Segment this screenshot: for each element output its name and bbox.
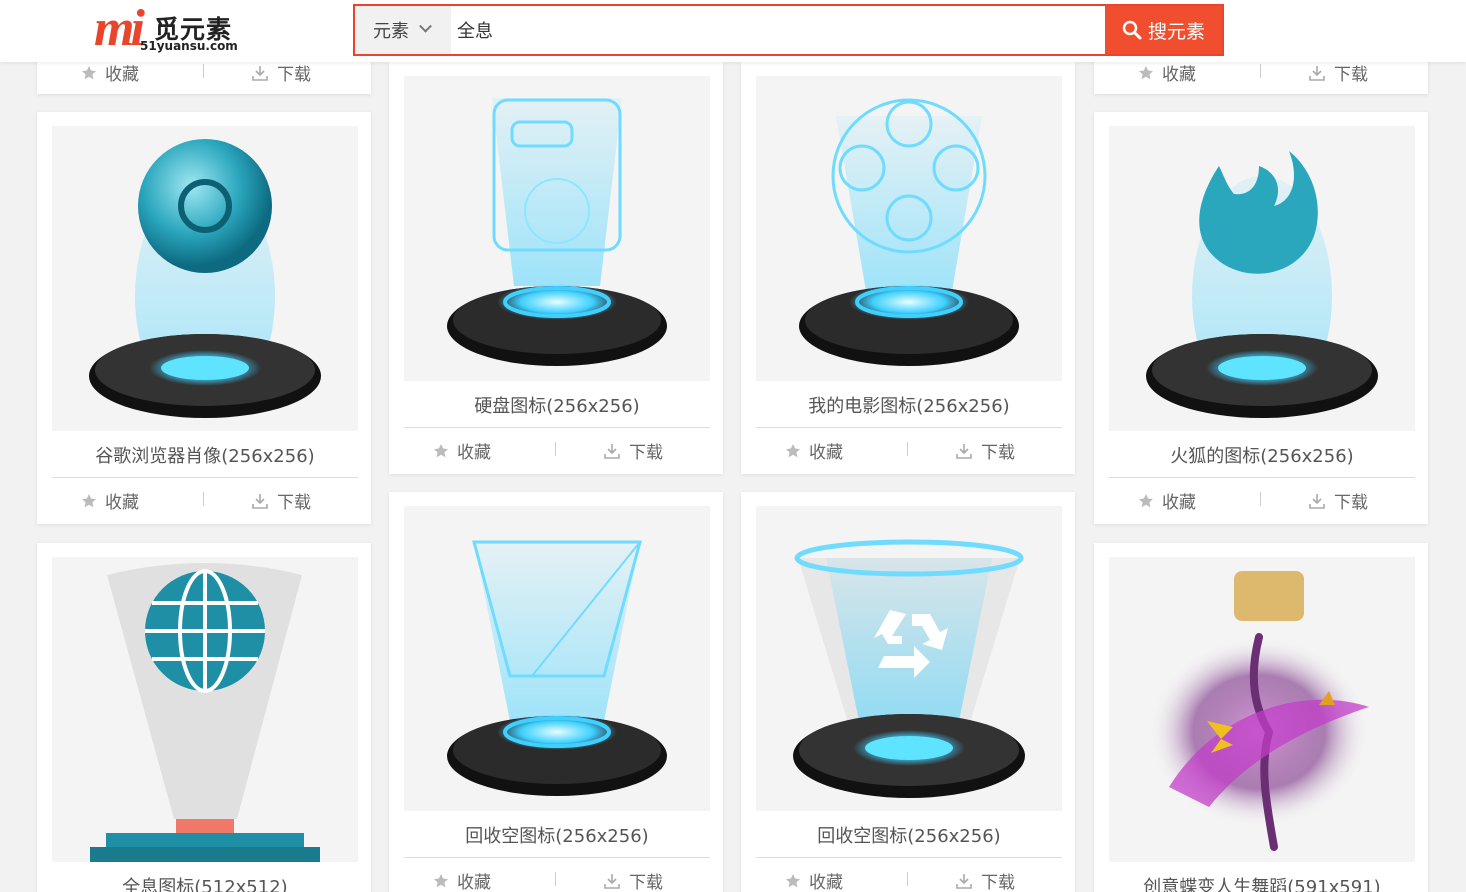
download-icon: [1309, 493, 1325, 509]
favorite-button[interactable]: 收藏: [1138, 60, 1196, 85]
favorite-button[interactable]: 收藏: [81, 488, 139, 513]
divider: [756, 857, 1062, 858]
chevron-down-icon: [419, 19, 432, 33]
butterfly-dance-image: [1149, 571, 1369, 851]
download-button[interactable]: 下载: [1308, 60, 1368, 85]
search-input[interactable]: [451, 6, 1105, 54]
card-thumbnail[interactable]: [1109, 557, 1415, 862]
favorite-button[interactable]: 收藏: [1138, 488, 1196, 513]
resource-card[interactable]: 全息图标(512x512): [37, 543, 371, 892]
favorite-button[interactable]: 收藏: [433, 868, 491, 892]
divider: [203, 492, 204, 506]
harddisk-hologram-image: [447, 98, 667, 366]
search-category-label: 元素: [373, 21, 409, 42]
download-icon: [252, 493, 268, 509]
card-thumbnail[interactable]: [52, 557, 358, 862]
download-icon: [252, 65, 268, 81]
recycle-symbol-hologram-image: [793, 539, 1025, 798]
divider: [756, 427, 1062, 428]
resource-card[interactable]: 回收空图标(256x256) 收藏 下载: [741, 492, 1075, 892]
search-category-select[interactable]: 元素: [355, 6, 451, 54]
download-icon: [604, 443, 620, 459]
star-icon: [82, 65, 96, 79]
card-title[interactable]: 回收空图标(256x256): [404, 822, 710, 848]
download-button[interactable]: 下载: [1308, 488, 1368, 513]
card-title[interactable]: 回收空图标(256x256): [756, 822, 1062, 848]
star-icon: [82, 493, 96, 507]
divider: [555, 442, 556, 456]
card-thumbnail[interactable]: [756, 76, 1062, 381]
divider: [1260, 64, 1261, 78]
card-thumbnail[interactable]: [404, 506, 710, 811]
star-icon: [434, 873, 448, 887]
divider: [404, 857, 710, 858]
card-thumbnail[interactable]: [52, 126, 358, 431]
resource-card[interactable]: 火狐的图标(256x256) 收藏 下载: [1094, 112, 1428, 524]
divider: [1260, 492, 1261, 506]
download-icon: [956, 873, 972, 889]
logo-mark: mi: [94, 0, 145, 57]
star-icon: [786, 443, 800, 457]
download-button[interactable]: 下载: [955, 438, 1015, 463]
logo-domain-text: 51yuansu.com: [140, 39, 238, 53]
resource-card[interactable]: 创意蝶变人生舞蹈(591x591): [1094, 543, 1428, 892]
download-icon: [956, 443, 972, 459]
favorite-button[interactable]: 收藏: [785, 438, 843, 463]
resource-card[interactable]: 硬盘图标(256x256) 收藏 下载: [389, 62, 723, 474]
recycle-empty-hologram-image: [447, 540, 667, 796]
download-button[interactable]: 下载: [603, 868, 663, 892]
download-icon: [1309, 65, 1325, 81]
card-title[interactable]: 火狐的图标(256x256): [1109, 442, 1415, 468]
card-title[interactable]: 硬盘图标(256x256): [404, 392, 710, 418]
card-title[interactable]: 创意蝶变人生舞蹈(591x591): [1109, 873, 1415, 892]
firefox-hologram-image: [1146, 151, 1378, 418]
download-button[interactable]: 下载: [603, 438, 663, 463]
resource-card[interactable]: 谷歌浏览器肖像(256x256) 收藏 下载: [37, 112, 371, 524]
card-thumbnail[interactable]: [1109, 126, 1415, 431]
divider: [555, 872, 556, 886]
film-reel-hologram-image: [799, 98, 1019, 366]
download-button[interactable]: 下载: [251, 488, 311, 513]
search-bar: 元素 搜元素: [353, 4, 1224, 56]
card-title[interactable]: 我的电影图标(256x256): [756, 392, 1062, 418]
favorite-button[interactable]: 收藏: [785, 868, 843, 892]
divider: [52, 477, 358, 478]
download-button[interactable]: 下载: [251, 60, 311, 85]
resource-card[interactable]: 回收空图标(256x256) 收藏 下载: [389, 492, 723, 892]
card-title[interactable]: 谷歌浏览器肖像(256x256): [52, 442, 358, 468]
download-button[interactable]: 下载: [955, 868, 1015, 892]
resource-card[interactable]: 我的电影图标(256x256) 收藏 下载: [741, 62, 1075, 474]
site-header: mi 觅元素 51yuansu.com 元素 搜元素: [0, 0, 1466, 62]
star-icon: [786, 873, 800, 887]
divider: [907, 442, 908, 456]
favorite-button[interactable]: 收藏: [433, 438, 491, 463]
star-icon: [1139, 493, 1153, 507]
divider: [907, 872, 908, 886]
chrome-hologram-image: [89, 139, 321, 418]
site-logo[interactable]: mi 觅元素 51yuansu.com: [94, 0, 254, 57]
divider: [203, 64, 204, 78]
download-icon: [604, 873, 620, 889]
search-button-label: 搜元素: [1147, 20, 1205, 43]
card-thumbnail[interactable]: [404, 76, 710, 381]
search-icon: [1122, 20, 1142, 40]
star-icon: [434, 443, 448, 457]
search-button[interactable]: 搜元素: [1105, 6, 1222, 54]
star-icon: [1139, 65, 1153, 79]
divider: [404, 427, 710, 428]
card-thumbnail[interactable]: [756, 506, 1062, 811]
divider: [1109, 477, 1415, 478]
favorite-button[interactable]: 收藏: [81, 60, 139, 85]
card-title[interactable]: 全息图标(512x512): [52, 873, 358, 892]
globe-hologram-image: [90, 563, 320, 862]
